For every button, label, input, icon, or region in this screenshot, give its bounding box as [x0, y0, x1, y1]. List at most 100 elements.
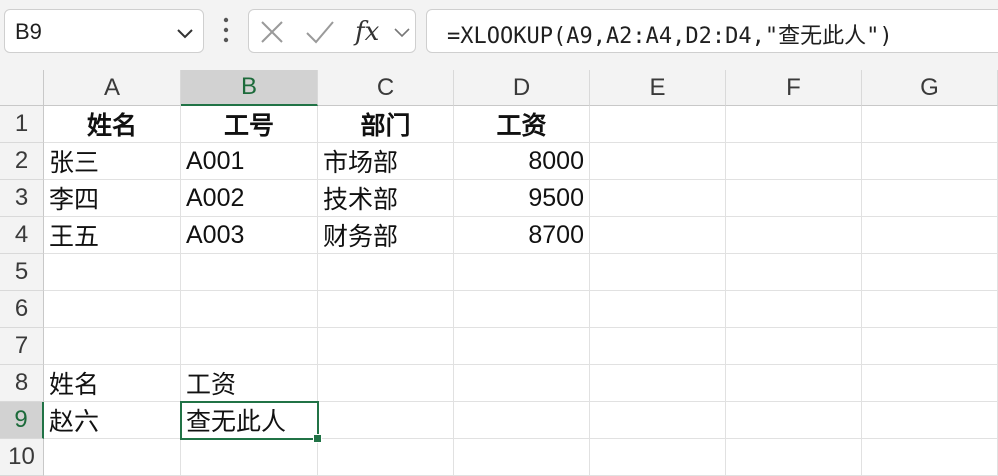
cell-a1[interactable]: 姓名: [44, 106, 181, 143]
column-header-f[interactable]: F: [726, 70, 862, 106]
row-header-3[interactable]: 3: [0, 180, 44, 217]
cell-f4[interactable]: [726, 217, 862, 254]
cell-c6[interactable]: [318, 291, 454, 328]
row-header-10[interactable]: 10: [0, 439, 44, 476]
cell-e10[interactable]: [590, 439, 726, 476]
column-header-b[interactable]: B: [181, 70, 318, 106]
column-header-a[interactable]: A: [44, 70, 181, 106]
cell-f3[interactable]: [726, 180, 862, 217]
cell-e2[interactable]: [590, 143, 726, 180]
cell-c10[interactable]: [318, 439, 454, 476]
cell-f8[interactable]: [726, 365, 862, 402]
row-header-8[interactable]: 8: [0, 365, 44, 402]
cell-b10[interactable]: [181, 439, 318, 476]
cell-e3[interactable]: [590, 180, 726, 217]
cell-e5[interactable]: [590, 254, 726, 291]
cell-g10[interactable]: [862, 439, 998, 476]
column-header-d[interactable]: D: [454, 70, 590, 106]
svg-text:fx: fx: [353, 17, 380, 47]
cell-g8[interactable]: [862, 365, 998, 402]
cell-b5[interactable]: [181, 254, 318, 291]
cell-b4[interactable]: A003: [181, 217, 318, 254]
cell-b6[interactable]: [181, 291, 318, 328]
formula-bar-area: B9 fx =XLOOKUP(A9,A2:A4,D2:D4,"查无此人"): [0, 0, 998, 71]
cell-d1[interactable]: 工资: [454, 106, 590, 143]
cell-e7[interactable]: [590, 328, 726, 365]
row-header-4[interactable]: 4: [0, 217, 44, 254]
cell-b3[interactable]: A002: [181, 180, 318, 217]
cell-a4[interactable]: 王五: [44, 217, 181, 254]
cell-d4[interactable]: 8700: [454, 217, 590, 254]
cell-b8[interactable]: 工资: [181, 365, 318, 402]
cell-c9[interactable]: [318, 402, 454, 439]
fill-handle[interactable]: [313, 434, 322, 443]
cell-c7[interactable]: [318, 328, 454, 365]
cell-f6[interactable]: [726, 291, 862, 328]
cell-a5[interactable]: [44, 254, 181, 291]
cell-a3[interactable]: 李四: [44, 180, 181, 217]
cell-f5[interactable]: [726, 254, 862, 291]
function-icon[interactable]: fx: [353, 16, 387, 48]
cell-a10[interactable]: [44, 439, 181, 476]
formula-input[interactable]: =XLOOKUP(A9,A2:A4,D2:D4,"查无此人"): [426, 9, 998, 53]
cell-g5[interactable]: [862, 254, 998, 291]
row-header-6[interactable]: 6: [0, 291, 44, 328]
cell-c2[interactable]: 市场部: [318, 143, 454, 180]
cell-a6[interactable]: [44, 291, 181, 328]
cell-b9[interactable]: 查无此人: [181, 402, 318, 439]
column-header-c[interactable]: C: [318, 70, 454, 106]
cell-d2[interactable]: 8000: [454, 143, 590, 180]
cell-d10[interactable]: [454, 439, 590, 476]
column-header-e[interactable]: E: [590, 70, 726, 106]
row-header-2[interactable]: 2: [0, 143, 44, 180]
cell-b1[interactable]: 工号: [181, 106, 318, 143]
check-icon[interactable]: [305, 19, 335, 45]
cell-e8[interactable]: [590, 365, 726, 402]
cell-g4[interactable]: [862, 217, 998, 254]
row-header-5[interactable]: 5: [0, 254, 44, 291]
cell-a8[interactable]: 姓名: [44, 365, 181, 402]
cell-b7[interactable]: [181, 328, 318, 365]
row-header-7[interactable]: 7: [0, 328, 44, 365]
cell-e1[interactable]: [590, 106, 726, 143]
cell-d9[interactable]: [454, 402, 590, 439]
cell-b2[interactable]: A001: [181, 143, 318, 180]
cell-a2[interactable]: 张三: [44, 143, 181, 180]
cell-a9[interactable]: 赵六: [44, 402, 181, 439]
column-header-g[interactable]: G: [862, 70, 998, 106]
cell-f10[interactable]: [726, 439, 862, 476]
cell-c4[interactable]: 财务部: [318, 217, 454, 254]
chevron-down-icon[interactable]: [393, 23, 411, 41]
name-box[interactable]: B9: [4, 9, 204, 53]
cell-d6[interactable]: [454, 291, 590, 328]
cell-d3[interactable]: 9500: [454, 180, 590, 217]
chevron-down-icon[interactable]: [175, 23, 195, 43]
cell-g9[interactable]: [862, 402, 998, 439]
cell-d5[interactable]: [454, 254, 590, 291]
row-header-9[interactable]: 9: [0, 402, 44, 439]
cell-f1[interactable]: [726, 106, 862, 143]
row-header-1[interactable]: 1: [0, 106, 44, 143]
cell-c8[interactable]: [318, 365, 454, 402]
cell-c1[interactable]: 部门: [318, 106, 454, 143]
cell-c3[interactable]: 技术部: [318, 180, 454, 217]
cell-c5[interactable]: [318, 254, 454, 291]
close-icon[interactable]: [259, 19, 285, 45]
cell-a7[interactable]: [44, 328, 181, 365]
select-all-corner[interactable]: [0, 70, 44, 106]
cell-g6[interactable]: [862, 291, 998, 328]
cell-e6[interactable]: [590, 291, 726, 328]
cell-g3[interactable]: [862, 180, 998, 217]
cell-d7[interactable]: [454, 328, 590, 365]
cell-g1[interactable]: [862, 106, 998, 143]
cell-g2[interactable]: [862, 143, 998, 180]
name-box-value: B9: [15, 19, 42, 44]
cell-d8[interactable]: [454, 365, 590, 402]
cell-f2[interactable]: [726, 143, 862, 180]
cell-e9[interactable]: [590, 402, 726, 439]
cell-f7[interactable]: [726, 328, 862, 365]
cell-f9[interactable]: [726, 402, 862, 439]
more-options-icon[interactable]: [218, 14, 234, 46]
cell-e4[interactable]: [590, 217, 726, 254]
cell-g7[interactable]: [862, 328, 998, 365]
